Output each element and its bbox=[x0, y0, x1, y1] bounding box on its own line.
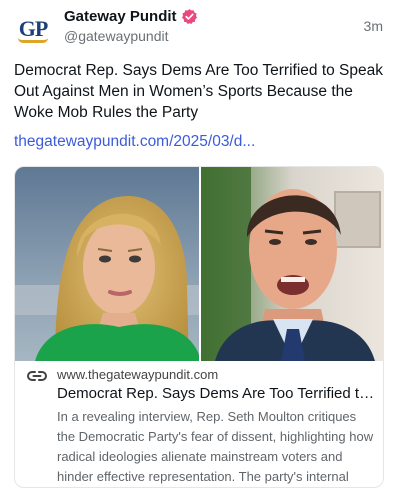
avatar-swoosh bbox=[18, 38, 48, 43]
post[interactable]: GP Gateway Pundit @gatewaypundit 3m Demo… bbox=[0, 0, 399, 500]
post-timestamp[interactable]: 3m bbox=[364, 18, 383, 34]
card-description: In a revealing interview, Rep. Seth Moul… bbox=[57, 409, 374, 484]
author-handle[interactable]: @gatewaypundit bbox=[64, 28, 169, 44]
card-title[interactable]: Democrat Rep. Says Dems Are Too Terrifie… bbox=[57, 385, 375, 402]
post-text: Democrat Rep. Says Dems Are Too Terrifie… bbox=[14, 62, 384, 121]
verified-badge-icon bbox=[181, 8, 198, 25]
link-icon bbox=[27, 369, 47, 383]
card-domain: www.thegatewaypundit.com bbox=[57, 367, 219, 382]
card-meta: www.thegatewaypundit.com Democrat Rep. S… bbox=[15, 361, 383, 487]
link-preview-card[interactable]: www.thegatewaypundit.com Democrat Rep. S… bbox=[14, 166, 384, 488]
author-row: Gateway Pundit bbox=[64, 8, 198, 25]
author-display-name[interactable]: Gateway Pundit bbox=[64, 8, 177, 25]
card-thumbnail[interactable] bbox=[15, 167, 383, 361]
avatar[interactable]: GP bbox=[14, 10, 52, 48]
post-link[interactable]: thegatewaypundit.com/2025/03/d... bbox=[14, 133, 255, 151]
